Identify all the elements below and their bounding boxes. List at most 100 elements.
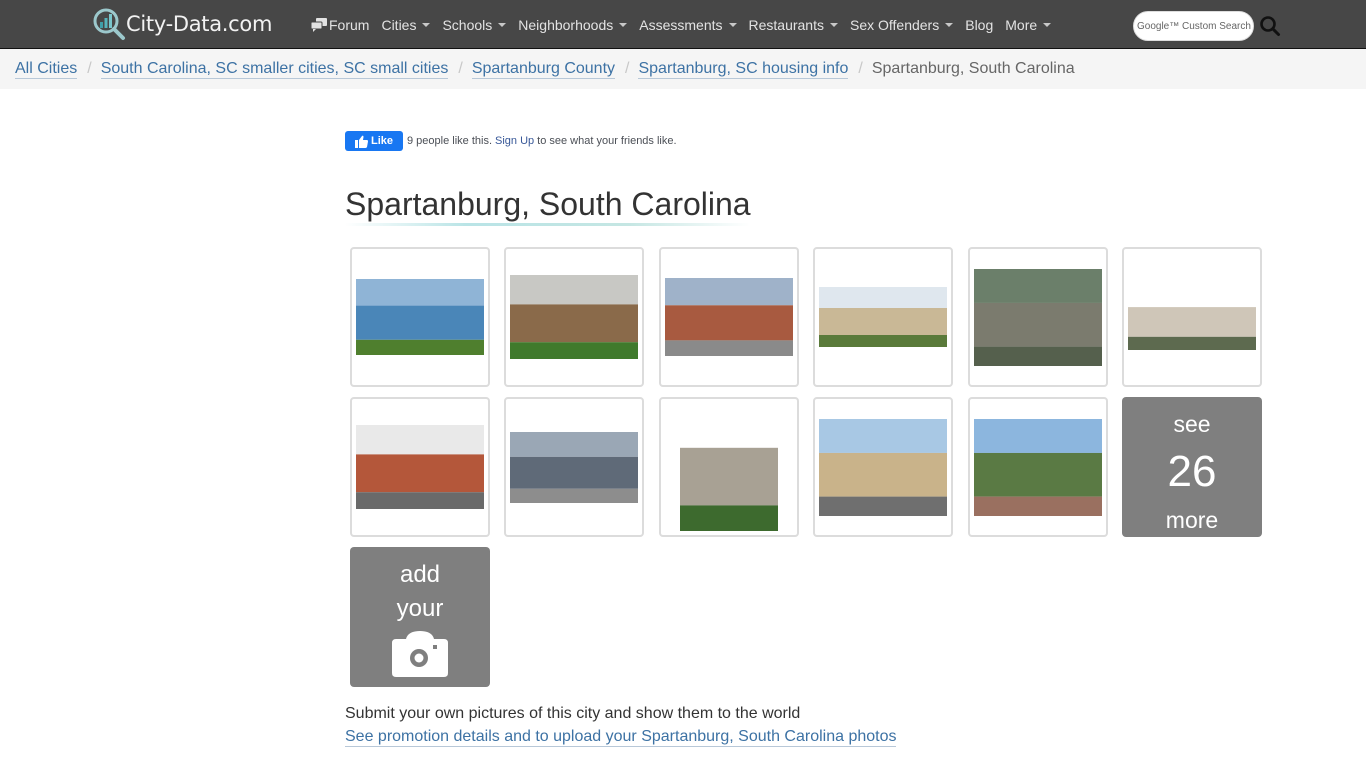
caret-down-icon <box>422 23 431 27</box>
nav-schools-label: Schools <box>442 16 493 33</box>
see-more-line1: see <box>1173 411 1211 437</box>
photo-building <box>665 305 793 341</box>
nav-neighborhoods[interactable]: Neighborhoods <box>518 16 628 33</box>
see-more-count: 26 <box>1167 447 1217 496</box>
photo-thumbnail[interactable]: Red brick and glass building <box>659 247 799 387</box>
photo-ground <box>510 342 638 359</box>
photo-ground <box>819 496 947 516</box>
nav-assessments[interactable]: Assessments <box>639 16 737 33</box>
site-logo[interactable]: City-Data.com <box>92 8 272 40</box>
nav-sex-offenders-label: Sex Offenders <box>849 16 940 33</box>
photo-image: Hotel building <box>1128 284 1256 350</box>
photo-ground <box>665 340 793 356</box>
photo-thumbnail[interactable]: Curved beige building <box>813 247 953 387</box>
photo-building <box>974 302 1102 347</box>
photo-ground <box>974 496 1102 516</box>
caret-down-icon <box>829 23 838 27</box>
facebook-signup-link[interactable]: Sign Up <box>495 135 534 147</box>
nav-sex-offenders[interactable]: Sex Offenders <box>849 16 954 33</box>
photo-thumbnail[interactable]: Tree lined plaza <box>968 397 1108 537</box>
main-nav: Forum Cities Schools Neighborhoods Asses… <box>311 0 1063 49</box>
photo-sky <box>510 275 638 305</box>
photo-image: Aerial view of city <box>974 268 1102 366</box>
photo-sky <box>356 279 484 306</box>
photo-building <box>819 452 947 497</box>
search-icon[interactable] <box>1259 15 1281 37</box>
photo-ground <box>510 488 638 503</box>
facebook-like-button[interactable]: Like <box>345 131 403 151</box>
breadcrumb-all-cities[interactable]: All Cities <box>15 60 78 79</box>
breadcrumb: All Cities / South Carolina, SC smaller … <box>0 49 1366 89</box>
photo-image: Curved beige building <box>819 287 947 347</box>
nav-cities[interactable]: Cities <box>381 17 431 33</box>
logo-text: City-Data.com <box>126 12 273 36</box>
see-more-photos-button[interactable]: see 26 more <box>1122 397 1262 537</box>
breadcrumb-separator: / <box>858 60 863 77</box>
breadcrumb-county[interactable]: Spartanburg County <box>471 60 616 79</box>
photo-thumbnail[interactable]: Downtown square with fountain <box>504 247 644 387</box>
caret-down-icon <box>945 23 954 27</box>
photo-building <box>680 447 778 506</box>
photo-thumbnail[interactable]: Red brick office building <box>350 397 490 537</box>
photo-thumbnail[interactable]: Downtown skyline view <box>504 397 644 537</box>
forum-icon <box>311 17 327 32</box>
search-box <box>1133 11 1254 41</box>
search-input[interactable] <box>1137 20 1253 32</box>
caret-down-icon <box>498 23 507 27</box>
breadcrumb-state[interactable]: South Carolina, SC smaller cities, SC sm… <box>100 60 449 79</box>
photo-ground <box>680 505 778 531</box>
photo-thumbnail[interactable]: Hotel building <box>1122 247 1262 387</box>
breadcrumb-separator: / <box>458 60 463 77</box>
photo-image: Red brick and glass building <box>665 278 793 356</box>
nav-blog[interactable]: Blog <box>965 17 993 33</box>
photo-sky <box>974 268 1102 303</box>
photo-thumbnail[interactable]: Tall concrete tower <box>659 397 799 537</box>
breadcrumb-separator: / <box>625 60 630 77</box>
breadcrumb-separator: / <box>87 60 92 77</box>
photo-image: Street view with tower <box>819 418 947 516</box>
add-photo-line1: add <box>399 561 441 588</box>
photo-thumbnail[interactable]: Aerial view of city <box>968 247 1108 387</box>
photo-ground <box>356 492 484 509</box>
photo-sky <box>1128 284 1256 308</box>
nav-neighborhoods-label: Neighborhoods <box>518 16 614 33</box>
photo-sky <box>680 403 778 448</box>
nav-blog-label: Blog <box>965 16 994 33</box>
magnifier-chart-icon <box>93 8 125 40</box>
facebook-like-label: Like <box>370 135 393 147</box>
nav-forum[interactable]: Forum <box>311 17 369 33</box>
photo-thumbnail[interactable]: Building with blue glass roof and founta… <box>350 247 490 387</box>
nav-more-label: More <box>1005 16 1038 33</box>
photo-ground <box>1128 336 1256 350</box>
thumbs-up-icon <box>354 135 368 148</box>
nav-assessments-label: Assessments <box>639 16 723 33</box>
photo-sky <box>356 425 484 455</box>
photo-building <box>510 304 638 343</box>
photo-image: Downtown square with fountain <box>510 275 638 359</box>
camera-icon <box>392 631 448 677</box>
photo-building <box>356 454 484 493</box>
photo-building <box>510 456 638 489</box>
nav-schools[interactable]: Schools <box>442 16 507 33</box>
photo-ground <box>974 346 1102 366</box>
facebook-suffix-text: to see what your friends like. <box>537 135 677 147</box>
promotion-details-link[interactable]: See promotion details and to upload your… <box>345 728 897 747</box>
nav-restaurants[interactable]: Restaurants <box>749 17 838 33</box>
photo-building <box>356 305 484 340</box>
nav-more[interactable]: More <box>1005 16 1052 33</box>
photo-sky <box>510 431 638 457</box>
add-photo-button[interactable]: add your <box>350 547 490 687</box>
photo-building <box>1128 307 1256 337</box>
top-navbar: City-Data.com Forum Cities Schools Neigh… <box>0 0 1366 49</box>
breadcrumb-housing-info[interactable]: Spartanburg, SC housing info <box>638 60 849 79</box>
photo-sky <box>819 287 947 308</box>
caret-down-icon <box>728 23 737 27</box>
nav-forum-label: Forum <box>329 16 370 33</box>
photo-thumbnail[interactable]: Street view with tower <box>813 397 953 537</box>
see-more-line3: more <box>1165 507 1219 533</box>
photo-ground <box>356 339 484 355</box>
photo-sky <box>665 278 793 306</box>
photo-sky <box>819 418 947 453</box>
photo-image: Building with blue glass roof and founta… <box>356 279 484 355</box>
caret-down-icon <box>619 23 628 27</box>
